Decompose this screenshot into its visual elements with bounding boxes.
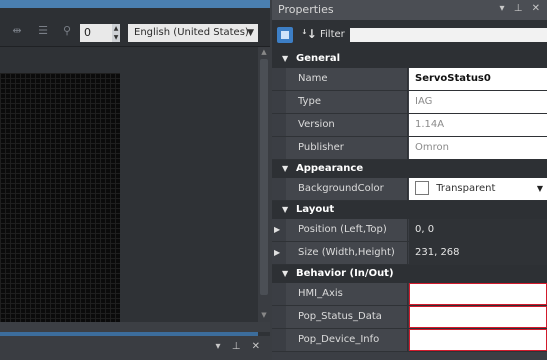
category-label: General: [296, 53, 340, 64]
hmi-axis-input[interactable]: [409, 283, 547, 305]
background-color-select[interactable]: Transparent ▼: [409, 178, 547, 200]
property-row-hmi-axis[interactable]: HMI_Axis: [272, 283, 547, 306]
filter-input[interactable]: [350, 28, 547, 42]
zoom-spinner[interactable]: ▲ ▼: [112, 24, 120, 42]
property-row-publisher[interactable]: Publisher Omron: [272, 137, 547, 160]
property-row-pop-status-data[interactable]: Pop_Status_Data: [272, 306, 547, 329]
property-value-version: 1.14A: [409, 114, 547, 136]
chevron-down-icon[interactable]: ▼: [537, 178, 543, 200]
vertical-scrollbar[interactable]: ▲ ▼: [258, 47, 270, 322]
align-icon[interactable]: ⇹: [10, 24, 24, 38]
language-select[interactable]: English (United States) ▼: [128, 24, 258, 42]
property-value-type: IAG: [409, 91, 547, 113]
collapse-icon[interactable]: ▼: [282, 265, 288, 283]
category-behavior[interactable]: ▼ Behavior (In/Out): [272, 265, 547, 283]
property-grid: ▼ General Name ServoStatus0 Type IAG Ver…: [272, 50, 547, 352]
properties-panel: Properties ▾ ⊥ ✕ ꜜ↓ Filter ▼ General Nam…: [272, 0, 547, 360]
category-label: Behavior (In/Out): [296, 268, 394, 279]
property-row-position[interactable]: ▶ Position (Left,Top) 0, 0: [272, 219, 547, 242]
property-value-position[interactable]: 0, 0: [409, 219, 547, 241]
pop-status-data-input[interactable]: [409, 306, 547, 328]
collapse-icon[interactable]: ▼: [282, 201, 288, 219]
property-label: Size (Width,Height): [286, 242, 408, 264]
property-value-name[interactable]: ServoStatus0: [409, 68, 547, 90]
horizontal-scrollbar[interactable]: [0, 322, 270, 332]
language-select-value: English (United States): [134, 27, 249, 38]
category-label: Layout: [296, 204, 335, 215]
scroll-up-icon[interactable]: ▲: [260, 47, 268, 57]
chevron-down-icon: ▼: [247, 28, 254, 38]
category-label: Appearance: [296, 163, 364, 174]
properties-toolbar: ꜜ↓ Filter: [272, 20, 547, 50]
scrollbar-thumb[interactable]: [260, 59, 268, 295]
property-label: Pop_Status_Data: [286, 306, 408, 328]
canvas-grid[interactable]: [0, 73, 120, 322]
grid-icon[interactable]: ☰: [36, 24, 50, 38]
properties-window-controls[interactable]: ▾ ⊥ ✕: [500, 3, 543, 14]
expand-icon[interactable]: ▶: [274, 219, 280, 241]
bottom-panel-header: ▾ ⊥ ✕: [0, 336, 270, 360]
property-label: Type: [286, 91, 408, 113]
property-row-version[interactable]: Version 1.14A: [272, 114, 547, 137]
property-row-size[interactable]: ▶ Size (Width,Height) 231, 268: [272, 242, 547, 265]
property-row-type[interactable]: Type IAG: [272, 91, 547, 114]
sort-alphabetical-icon[interactable]: ꜜ↓: [302, 27, 317, 41]
filter-label: Filter: [320, 29, 345, 40]
properties-title-bar: Properties ▾ ⊥ ✕: [272, 0, 547, 20]
pop-device-info-input[interactable]: [409, 329, 547, 351]
property-label: Name: [286, 68, 408, 90]
property-row-background-color[interactable]: BackgroundColor Transparent ▼: [272, 178, 547, 201]
property-label: BackgroundColor: [286, 178, 408, 200]
zoom-input[interactable]: 0: [80, 24, 112, 42]
collapse-icon[interactable]: ▼: [282, 160, 288, 178]
property-label: Version: [286, 114, 408, 136]
category-general[interactable]: ▼ General: [272, 50, 547, 68]
expand-icon[interactable]: ▶: [274, 242, 280, 264]
collapse-icon[interactable]: ▼: [282, 50, 288, 68]
scroll-down-icon[interactable]: ▼: [260, 310, 268, 320]
property-value-size[interactable]: 231, 268: [409, 242, 547, 264]
property-label: HMI_Axis: [286, 283, 408, 305]
editor-toolbar: ⇹ ☰ ⚲ 0 ▲ ▼ English (United States) ▼: [0, 8, 270, 47]
background-color-value: Transparent: [436, 183, 496, 194]
property-row-pop-device-info[interactable]: Pop_Device_Info: [272, 329, 547, 352]
categorized-view-icon[interactable]: [277, 27, 293, 43]
color-swatch: [415, 181, 429, 195]
editor-panel: ⇹ ☰ ⚲ 0 ▲ ▼ English (United States) ▼ ▲ ▼…: [0, 0, 270, 360]
property-row-name[interactable]: Name ServoStatus0: [272, 68, 547, 91]
property-label: Pop_Device_Info: [286, 329, 408, 351]
editor-title-strip: [0, 0, 270, 8]
bottom-panel-controls[interactable]: ▾ ⊥ ✕: [216, 341, 264, 352]
property-label: Publisher: [286, 137, 408, 159]
category-layout[interactable]: ▼ Layout: [272, 201, 547, 219]
property-label: Position (Left,Top): [286, 219, 408, 241]
property-value-publisher: Omron: [409, 137, 547, 159]
category-appearance[interactable]: ▼ Appearance: [272, 160, 547, 178]
properties-title: Properties: [278, 3, 334, 16]
design-canvas[interactable]: [0, 47, 258, 322]
zoom-icon[interactable]: ⚲: [60, 24, 74, 38]
